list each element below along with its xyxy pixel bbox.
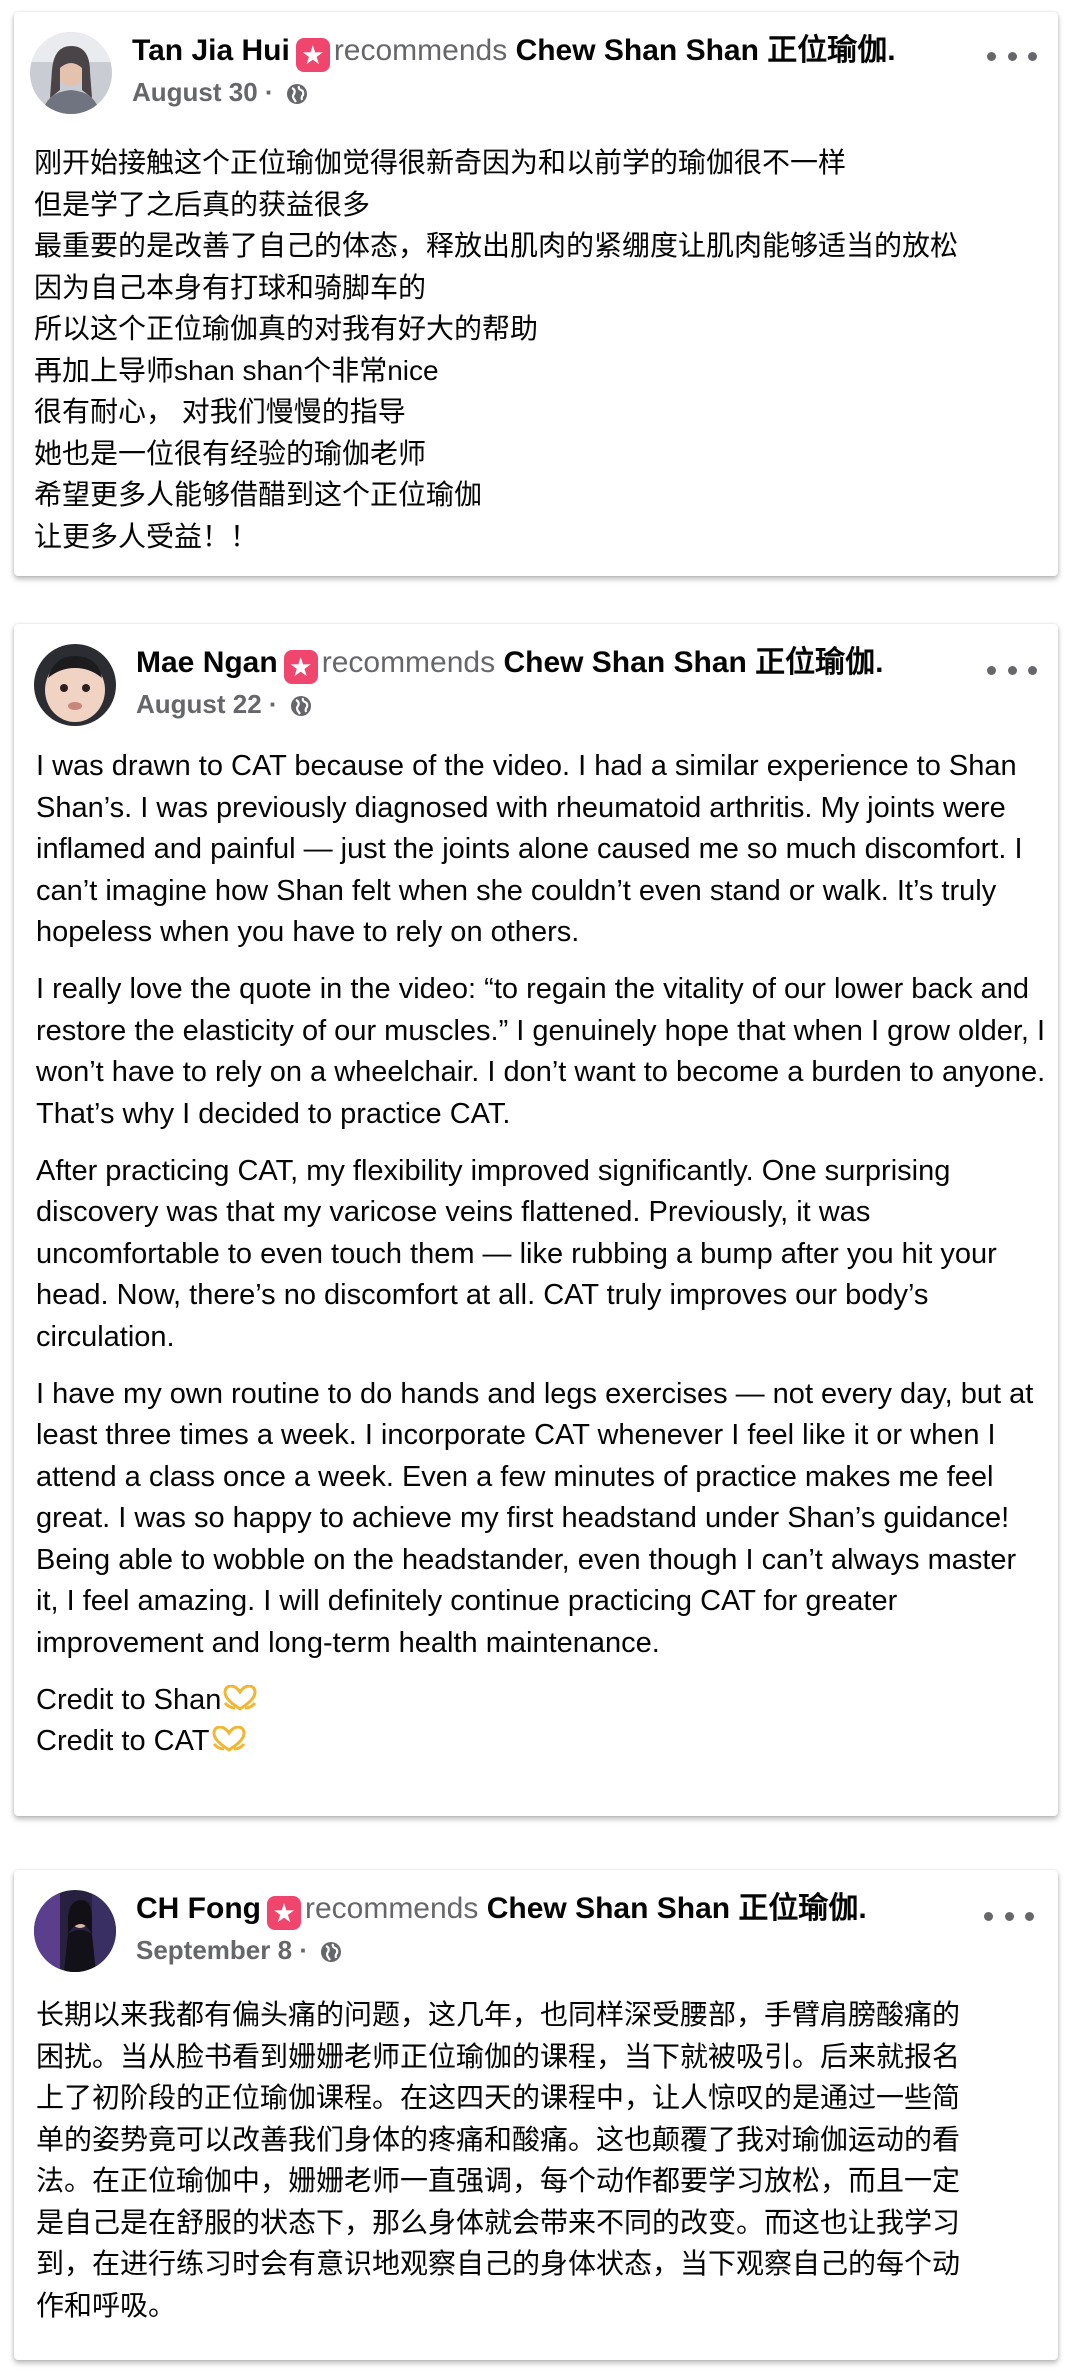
body-line: 但是学了之后真的获益很多 <box>34 188 371 220</box>
more-options-button[interactable] <box>987 46 1037 66</box>
credits: Credit to Shan Credit to CAT <box>36 1680 1046 1763</box>
recommends-text: recommends <box>333 34 508 67</box>
body-paragraph: After practicing CAT, my flexibility imp… <box>36 1154 997 1353</box>
author-name[interactable]: Mae Ngan <box>136 646 278 679</box>
more-dot <box>1025 1911 1034 1921</box>
post-body: I was drawn to CAT because of the video.… <box>36 746 1046 1763</box>
more-dot <box>1004 1911 1014 1921</box>
body-line: 刚开始接触这个正位瑜伽觉得很新奇因为和以前学的瑜伽很不一样 <box>34 147 847 178</box>
body-line: 上了初阶段的正位瑜伽课程。在这四天的课程中，让人惊叹的是通过一些简 <box>36 2082 961 2113</box>
body-paragraph: I was drawn to CAT because of the video.… <box>36 750 1023 948</box>
page-name[interactable]: Chew Shan Shan 正位瑜伽. <box>487 1892 867 1925</box>
avatar-image <box>30 32 112 114</box>
credit-line: Credit to Shan <box>36 1683 222 1716</box>
recommends-icon: ★ <box>266 1896 301 1930</box>
more-dot <box>987 665 996 675</box>
body-line: 她也是一位很有经验的瑜伽老师 <box>34 437 427 469</box>
more-dot <box>1028 51 1037 61</box>
page-name[interactable]: Chew Shan Shan 正位瑜伽. <box>516 34 896 67</box>
page-name[interactable]: Chew Shan Shan 正位瑜伽. <box>503 646 883 679</box>
body-line: 长期以来我都有偏头痛的问题，这几年，也同样深受腰部，手臂肩膀酸痛的 <box>36 1999 961 2030</box>
recommends-icon: ★ <box>295 38 330 72</box>
author-name[interactable]: CH Fong <box>136 1892 261 1925</box>
more-options-button[interactable] <box>987 660 1037 680</box>
body-line: 让更多人受益！！ <box>34 520 259 552</box>
globe-icon <box>321 1942 342 1962</box>
date-separator: · <box>299 1935 308 1965</box>
avatar-image <box>34 1890 116 1972</box>
post-body: 刚开始接触这个正位瑜伽觉得很新奇因为和以前学的瑜伽很不一样 但是学了之后真的获益… <box>34 142 1044 557</box>
more-options-button[interactable] <box>984 1906 1034 1926</box>
recommends-icon: ★ <box>283 650 318 684</box>
body-line: 困扰。当从脸书看到姗姗老师正位瑜伽的课程，当下就被吸引。后来就报名 <box>36 2040 961 2072</box>
globe-icon <box>286 84 307 104</box>
body-line: 单的姿势竟可以改善我们身体的疼痛和酸痛。这也颠覆了我对瑜伽运动的看 <box>36 2123 961 2155</box>
post-card-2: Mae Ngan ★ recommends Chew Shan Shan 正位瑜伽.… <box>14 624 1058 1816</box>
more-dot <box>1007 665 1017 675</box>
recommends-text: recommends <box>321 646 496 679</box>
globe-icon <box>290 696 311 716</box>
avatar[interactable] <box>34 644 116 726</box>
body-paragraph: I really love the quote in the video: “t… <box>36 973 1046 1130</box>
body-line: 是自己是在舒服的状态下，那么身体就会带来不同的改变。而这也让我学习 <box>36 2206 961 2238</box>
body-line: 到，在进行练习时会有意识地观察自己的身体状态，当下观察自己的每个动 <box>36 2248 961 2279</box>
credit-line: Credit to CAT <box>36 1725 210 1757</box>
post-date[interactable]: September 8 <box>136 1935 292 1965</box>
more-dot <box>1007 51 1017 61</box>
body-line: 再加上导师shan shan个非常nice <box>34 354 439 386</box>
avatar[interactable] <box>34 1890 116 1972</box>
more-dot <box>984 1911 993 1921</box>
body-line: 很有耐心， 对我们慢慢的指导 <box>34 396 406 427</box>
post-card-1: Tan Jia Hui ★ recommends Chew Shan Shan 正位… <box>14 12 1058 576</box>
recommends-text: recommends <box>304 1892 479 1925</box>
post-body: 长期以来我都有偏头痛的问题，这几年，也同样深受腰部，手臂肩膀酸痛的 困扰。当从脸… <box>36 1994 1046 2326</box>
heart-hands-icon <box>212 1726 246 1752</box>
post-date[interactable]: August 30 <box>132 77 258 107</box>
body-line: 作和呼吸。 <box>36 2289 177 2321</box>
post-date[interactable]: August 22 <box>136 689 262 719</box>
heart-hands-icon <box>223 1684 257 1711</box>
date-separator: · <box>264 77 274 107</box>
more-dot <box>987 51 996 61</box>
avatar-image <box>34 644 116 726</box>
author-name[interactable]: Tan Jia Hui <box>132 34 290 67</box>
body-line: 希望更多人能够借醋到这个正位瑜伽 <box>34 479 483 510</box>
body-line: 最重要的是改善了自己的体态，释放出肌肉的紧绷度让肌肉能够适当的放松 <box>34 230 959 261</box>
body-paragraph: I have my own routine to do hands and le… <box>36 1377 1034 1659</box>
date-separator: · <box>268 689 278 719</box>
body-line: 因为自己本身有打球和骑脚车的 <box>34 271 427 303</box>
body-line: 所以这个正位瑜伽真的对我有好大的帮助 <box>34 313 539 344</box>
post-card-3: CH Fong ★ recommends Chew Shan Shan 正位瑜伽. … <box>14 1870 1058 2360</box>
avatar[interactable] <box>30 32 112 114</box>
body-line: 法。在正位瑜伽中，姗姗老师一直强调，每个动作都要学习放松，而且一定 <box>36 2165 961 2196</box>
more-dot <box>1028 665 1037 675</box>
